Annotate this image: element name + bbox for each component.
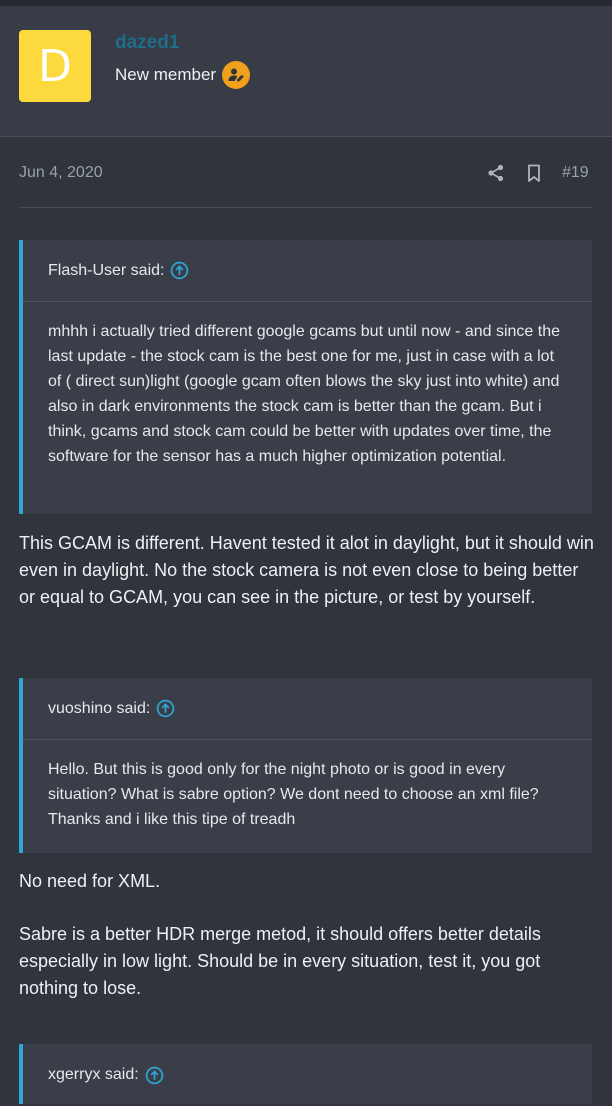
quote-author[interactable]: vuoshino said: xyxy=(48,700,150,718)
quote-author[interactable]: xgerryx said: xyxy=(48,1066,139,1084)
username-link[interactable]: dazed1 xyxy=(115,32,179,54)
quote-block: xgerryx said: xyxy=(19,1044,592,1104)
post-meta: Jun 4, 2020 #19 xyxy=(19,163,593,208)
arrow-up-circle-icon[interactable] xyxy=(145,1066,164,1085)
avatar[interactable]: D xyxy=(19,30,91,102)
post-text: No need for XML. xyxy=(19,871,161,891)
user-edit-icon xyxy=(222,61,251,89)
share-icon[interactable] xyxy=(486,163,506,183)
user-header: D dazed1 New member xyxy=(0,6,612,137)
arrow-up-circle-icon[interactable] xyxy=(156,699,175,718)
user-title-text: New member xyxy=(115,65,217,84)
quote-header: Flash-User said: xyxy=(23,240,592,302)
post-text: This GCAM is different. Havent tested it… xyxy=(19,533,594,607)
quote-block: vuoshino said: Hello. But this is good o… xyxy=(19,678,592,853)
user-title: New member xyxy=(115,61,251,89)
quote-header: vuoshino said: xyxy=(23,678,592,740)
quote-content: Hello. But this is good only for the nig… xyxy=(48,761,539,828)
quote-header: xgerryx said: xyxy=(23,1044,592,1106)
post-date[interactable]: Jun 4, 2020 xyxy=(19,164,103,182)
arrow-up-circle-icon[interactable] xyxy=(170,261,189,280)
quote-block: Flash-User said: mhhh i actually tried d… xyxy=(19,240,592,514)
bookmark-icon[interactable] xyxy=(524,163,544,183)
post-text: Sabre is a better HDR merge metod, it sh… xyxy=(19,924,541,998)
quote-author[interactable]: Flash-User said: xyxy=(48,262,164,280)
quote-content: mhhh i actually tried different google g… xyxy=(48,323,560,465)
post-number-link[interactable]: #19 xyxy=(562,164,589,182)
